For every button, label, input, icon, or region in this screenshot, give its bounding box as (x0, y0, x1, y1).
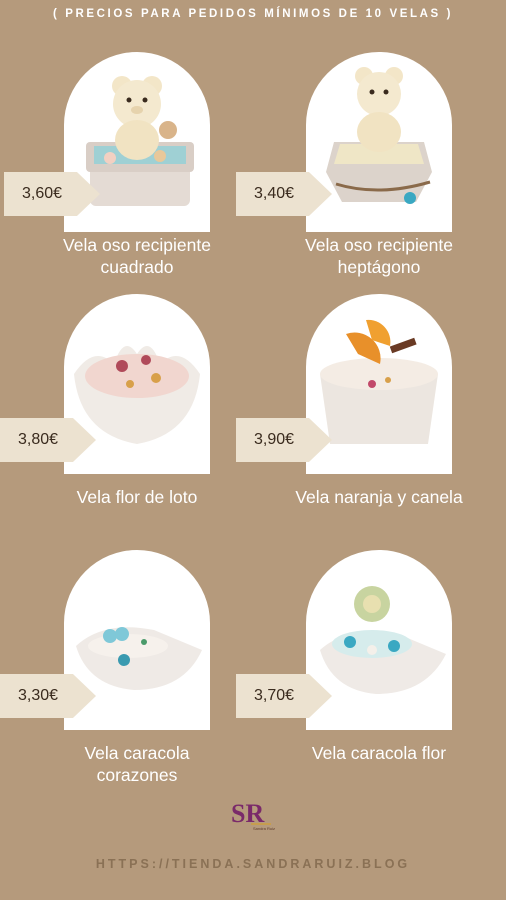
product-title-line1: Vela caracola flor (311, 743, 447, 763)
product-title-line2: heptágono (337, 257, 421, 277)
product-photo-bear-heptagon (306, 52, 452, 232)
product-title: Vela flor de loto (17, 486, 257, 508)
product-photo-shell-flower (306, 550, 452, 730)
product-title: Vela caracola flor (259, 742, 499, 764)
header-note: ( PRECIOS PARA PEDIDOS MÍNIMOS DE 10 VEL… (52, 8, 454, 20)
product-title-line1: Vela caracola (84, 743, 190, 763)
price-label: 3,60€ (21, 185, 63, 202)
product-card-orange-cinnamon[interactable]: 3,90€ Vela naranja y canela (236, 294, 463, 507)
logo-caption: Sandra Ruiz (253, 826, 275, 831)
product-title-line2: corazones (96, 765, 178, 785)
product-card-shell-flower[interactable]: 3,70€ Vela caracola flor (236, 550, 452, 763)
product-title-line1: Vela flor de loto (76, 487, 198, 507)
product-title: Vela oso recipiente heptágono (259, 234, 499, 278)
footer-url[interactable]: HTTPS://TIENDA.SANDRARUIZ.BLOG (0, 857, 506, 871)
product-title-line1: Vela naranja y canela (295, 487, 463, 507)
price-label: 3,70€ (253, 687, 295, 704)
price-label: 3,40€ (253, 185, 295, 202)
product-photo-orange-cinnamon (306, 294, 452, 474)
product-title: Vela naranja y canela (259, 486, 499, 508)
product-title: Vela oso recipiente cuadrado (17, 234, 257, 278)
price-label: 3,90€ (253, 431, 295, 448)
brand-logo: SR Sandra Ruiz (225, 792, 277, 844)
product-card-bear-square[interactable]: 3,60€ Vela oso recipiente cuadrado (4, 52, 211, 277)
price-label: 3,30€ (17, 687, 59, 704)
product-title: Vela caracola corazones (17, 742, 257, 786)
product-title-line1: Vela oso recipiente (305, 235, 453, 255)
product-card-bear-heptagon[interactable]: 3,40€ Vela oso recipiente heptágono (236, 52, 453, 277)
product-card-lotus[interactable]: 3,80€ Vela flor de loto (0, 294, 210, 507)
price-label: 3,80€ (17, 431, 59, 448)
product-card-shell-hearts[interactable]: 3,30€ Vela caracola corazones (0, 550, 210, 785)
product-title-line2: cuadrado (100, 257, 174, 277)
product-title-line1: Vela oso recipiente (63, 235, 211, 255)
